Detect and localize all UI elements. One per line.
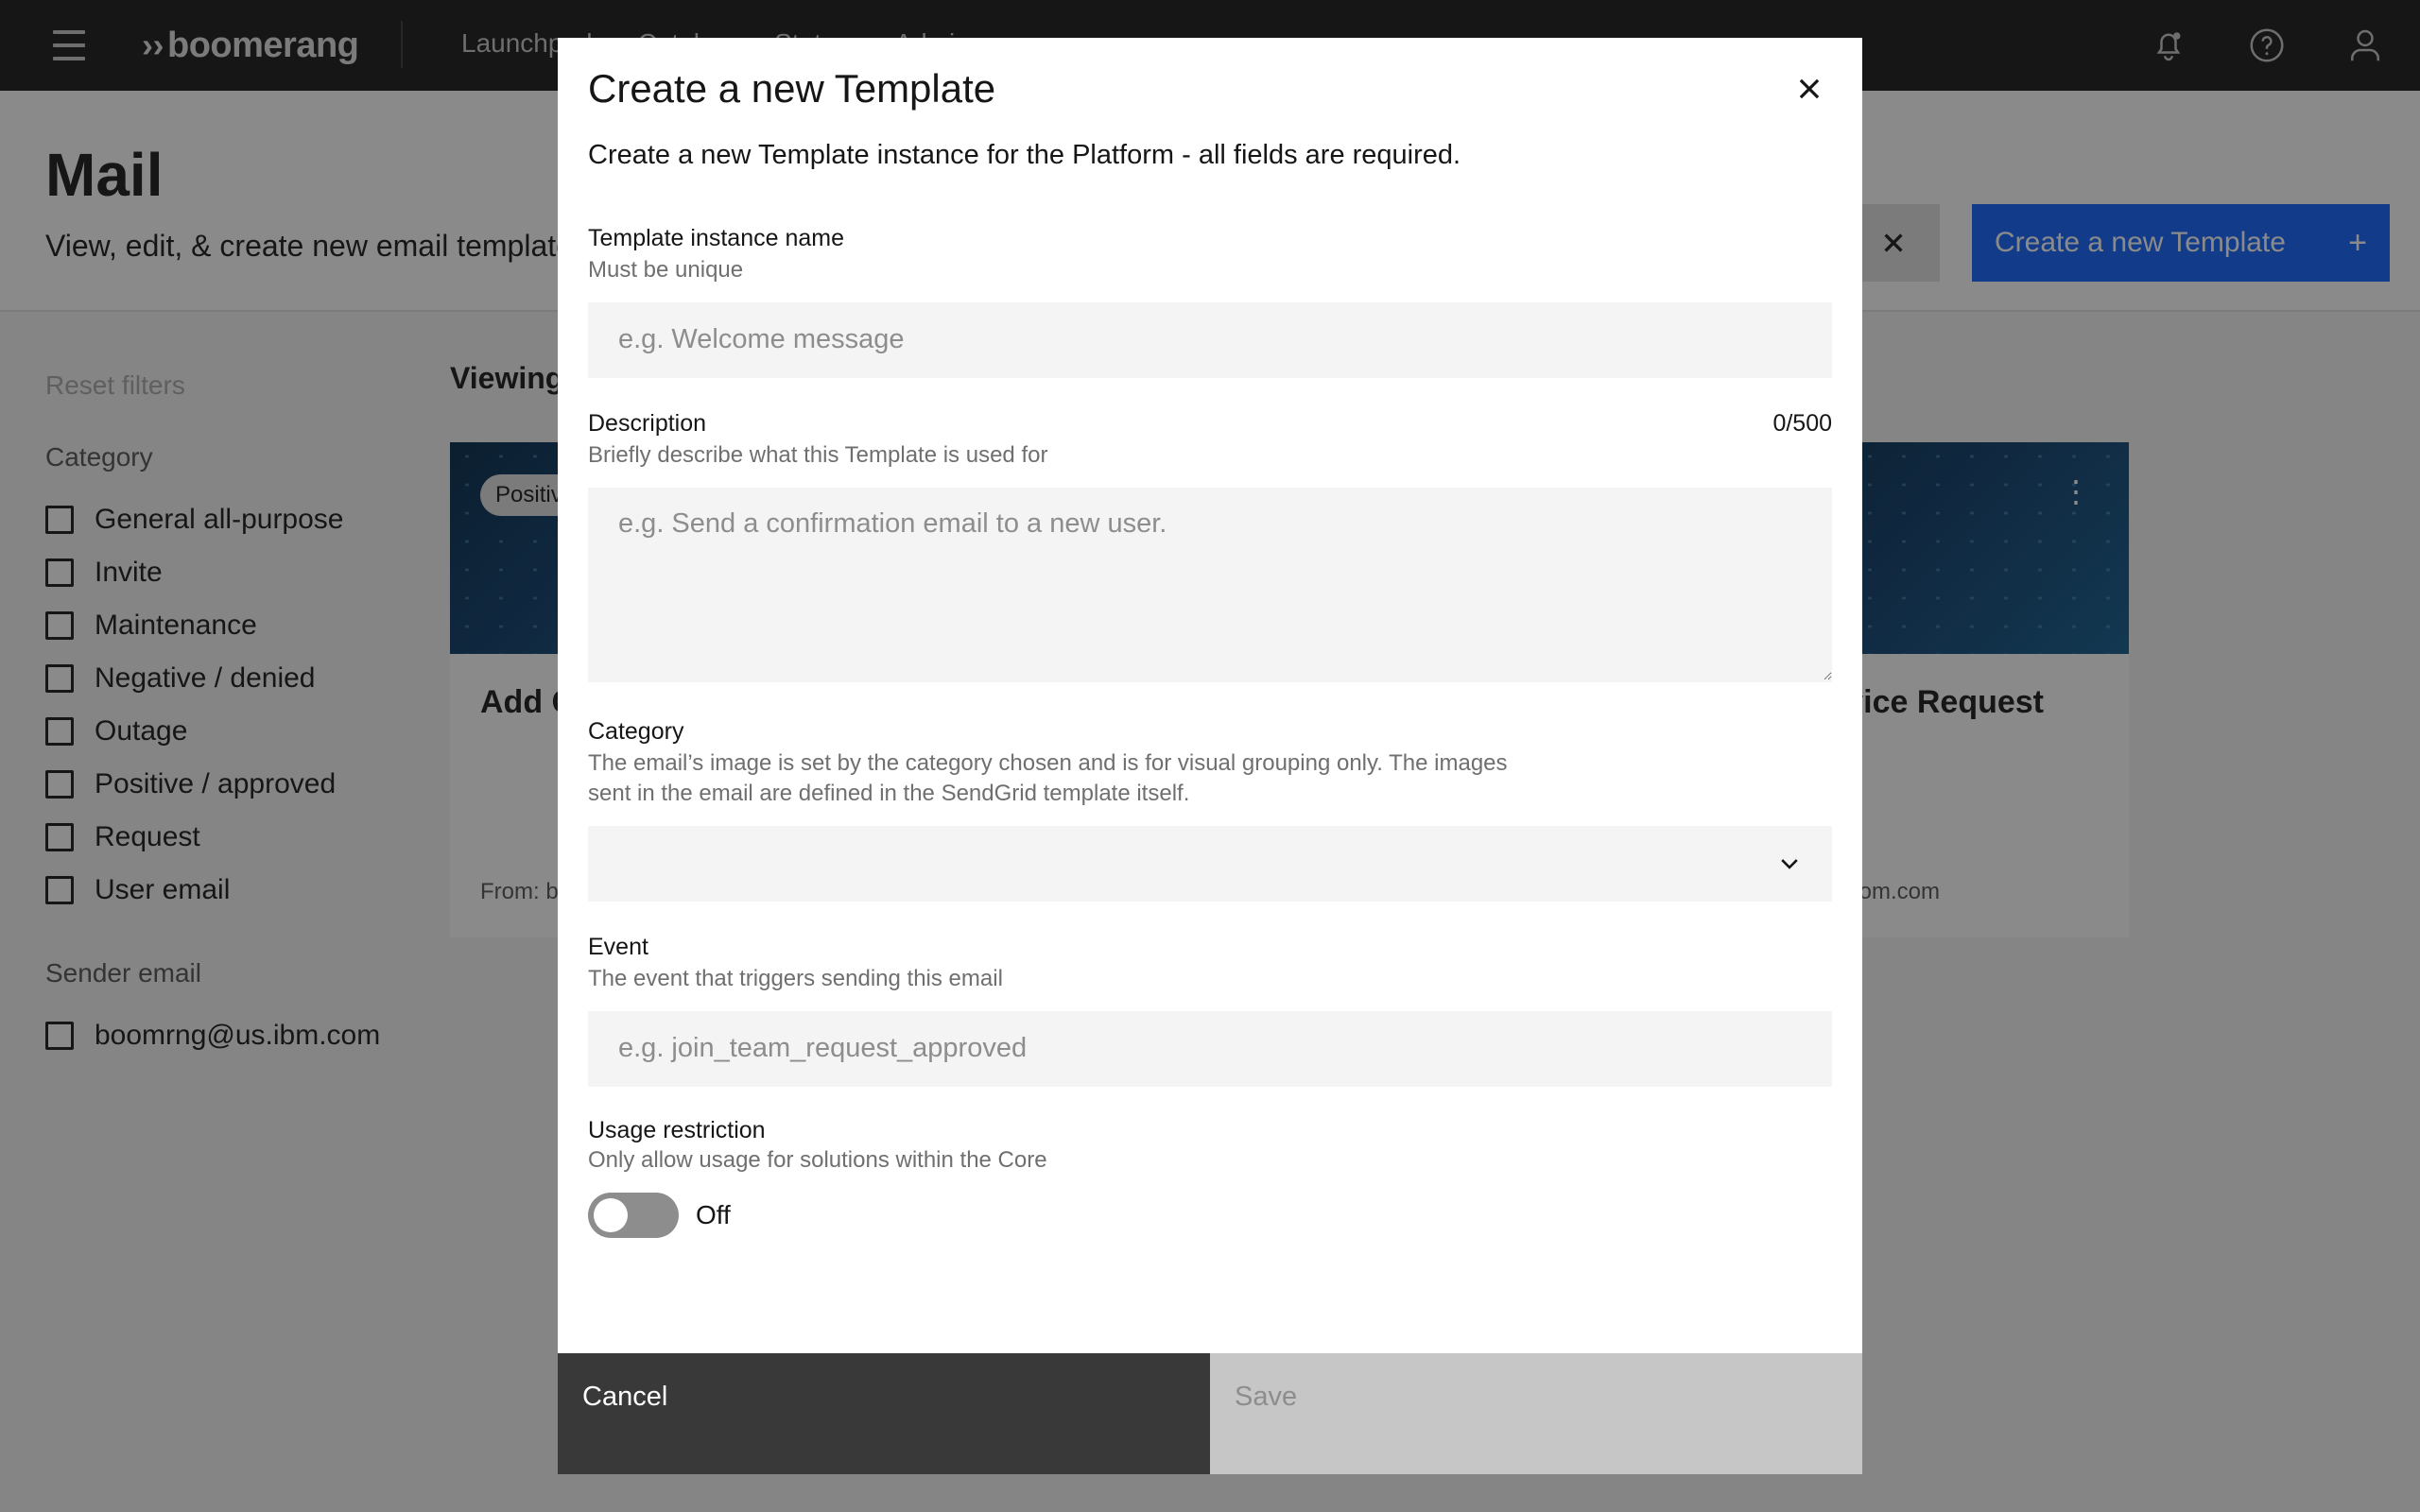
usage-toggle[interactable] [588,1193,679,1238]
description-label: Description [588,410,707,437]
category-help: The email’s image is set by the category… [588,750,1508,806]
usage-label: Usage restriction [588,1117,766,1143]
category-select[interactable] [588,826,1832,902]
modal-footer: Cancel Save [558,1353,1862,1474]
save-button[interactable]: Save [1210,1353,1862,1474]
modal-title: Create a new Template [588,66,996,111]
description-help: Briefly describe what this Template is u… [588,442,1048,468]
create-template-modal: Create a new Template Create a new Templ… [558,38,1862,1474]
category-label: Category [588,718,684,745]
event-label: Event [588,934,648,960]
event-input[interactable] [588,1011,1832,1087]
name-label: Template instance name [588,225,844,251]
description-textarea[interactable] [588,488,1832,682]
description-counter: 0/500 [1772,410,1832,437]
event-help: The event that triggers sending this ema… [588,966,1003,991]
usage-help: Only allow usage for solutions within th… [588,1147,1047,1173]
name-help: Must be unique [588,257,744,283]
modal-description: Create a new Template instance for the P… [588,140,1461,170]
toggle-state-label: Off [696,1200,731,1229]
close-icon[interactable] [1783,62,1836,115]
chevron-down-icon [1781,859,1798,869]
cancel-button[interactable]: Cancel [558,1353,1210,1474]
template-name-input[interactable] [588,302,1832,378]
usage-toggle-wrap: Off [588,1193,731,1238]
toggle-knob [594,1198,628,1232]
